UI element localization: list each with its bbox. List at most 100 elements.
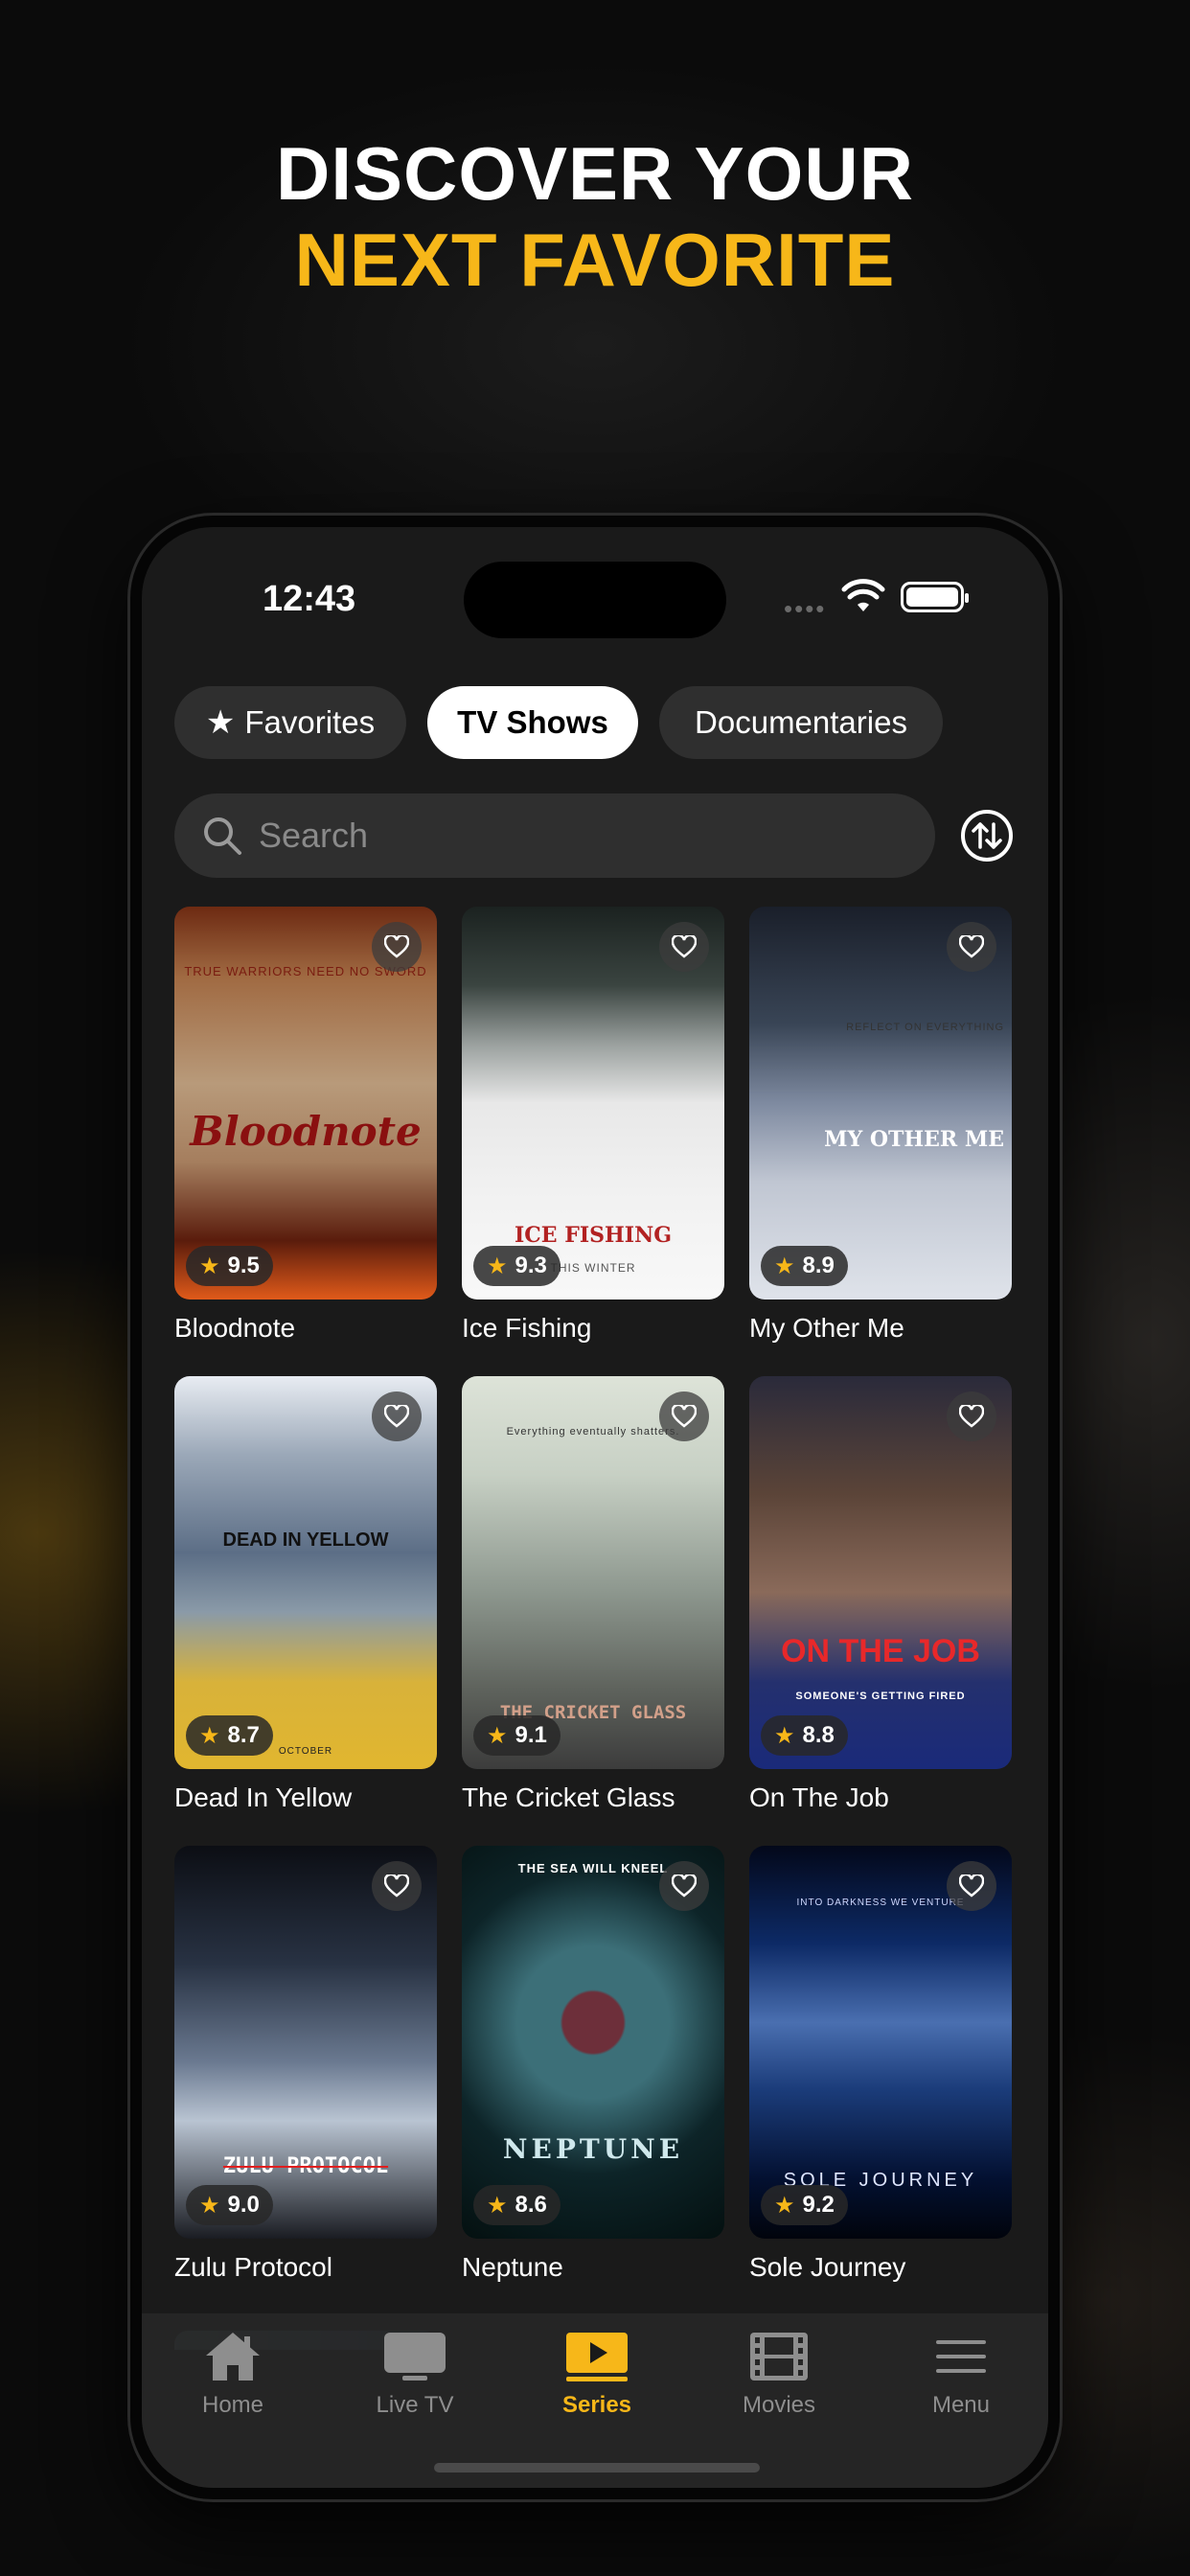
favorite-heart-icon[interactable]: [372, 1861, 422, 1911]
poster-tagline: SOMEONE'S GETTING FIRED: [795, 1690, 966, 1702]
rating-value: 9.0: [227, 2192, 260, 2218]
headline-line-1: DISCOVER YOUR: [275, 131, 915, 216]
search-bar[interactable]: [174, 794, 935, 878]
category-tabs: ★ Favorites TV Shows Documentaries: [174, 686, 1029, 759]
poster-image: ICE FISHING THIS WINTER ★ 9.3: [462, 907, 724, 1300]
tab-label: TV Shows: [457, 704, 608, 740]
poster-title: ZULU PROTOCOL: [222, 2154, 389, 2178]
headline-line-2: NEXT FAVORITE: [294, 218, 896, 302]
show-title: The Cricket Glass: [462, 1782, 675, 1812]
search-input[interactable]: [259, 816, 834, 856]
favorite-heart-icon[interactable]: [947, 922, 996, 972]
poster-image: DEAD IN YELLOW OCTOBER ★ 8.7: [174, 1376, 437, 1769]
favorite-heart-icon[interactable]: [947, 1392, 996, 1441]
rating-value: 8.9: [802, 1253, 835, 1278]
poster-title: ON THE JOB: [781, 1633, 980, 1669]
menu-icon: [936, 2340, 986, 2373]
tab-tv-shows[interactable]: TV Shows: [427, 686, 638, 759]
rating-value: 9.3: [515, 1253, 547, 1278]
home-icon: [206, 2333, 260, 2380]
rating-value: 9.2: [802, 2192, 835, 2218]
rating-badge: ★ 9.5: [186, 1246, 273, 1286]
rating-badge: ★ 9.2: [761, 2185, 848, 2225]
poster-image: TRUE WARRIORS NEED NO SWORD Bloodnote ★ 9…: [174, 907, 437, 1300]
wifi-icon: [841, 579, 885, 611]
nav-live-tv[interactable]: Live TV: [324, 2327, 506, 2419]
show-title: On The Job: [749, 1782, 889, 1812]
poster-image: ZULU PROTOCOL ★ 9.0: [174, 1846, 437, 2239]
show-card-the-cricket-glass[interactable]: Everything eventually shatters. THE CRIC…: [462, 1376, 724, 1813]
favorite-heart-icon[interactable]: [947, 1861, 996, 1911]
film-icon: [750, 2333, 808, 2380]
rating-badge: ★ 8.8: [761, 1715, 848, 1756]
poster-title: NEPTUNE: [502, 2133, 684, 2165]
show-card-ice-fishing[interactable]: ICE FISHING THIS WINTER ★ 9.3 Ice Fishing: [462, 907, 724, 1344]
tab-label: Favorites: [244, 704, 376, 740]
signal-icon: ••••: [784, 594, 827, 623]
nav-home[interactable]: Home: [142, 2327, 324, 2419]
poster-image: Everything eventually shatters. THE CRIC…: [462, 1376, 724, 1769]
favorite-heart-icon[interactable]: [659, 922, 709, 972]
poster-image: THE SEA WILL KNEEL NEPTUNE ★ 8.6: [462, 1846, 724, 2239]
show-card-dead-in-yellow[interactable]: DEAD IN YELLOW OCTOBER ★ 8.7 Dead In Yell…: [174, 1376, 437, 1813]
show-title: Neptune: [462, 2252, 563, 2282]
favorite-heart-icon[interactable]: [659, 1392, 709, 1441]
dynamic-island: [464, 562, 726, 638]
star-icon: ★: [487, 1253, 508, 1279]
nav-label: Series: [561, 2392, 632, 2418]
poster-title: DEAD IN YELLOW: [222, 1530, 389, 1551]
rating-value: 8.8: [802, 1722, 835, 1748]
show-card-sole-journey[interactable]: INTO DARKNESS WE VENTURE SOLE JOURNEY ★ 9…: [749, 1846, 1012, 2283]
star-icon: ★: [199, 1253, 220, 1279]
star-icon: ★: [774, 1253, 795, 1279]
rating-badge: ★ 9.0: [186, 2185, 273, 2225]
rating-badge: ★ 8.9: [761, 1246, 848, 1286]
nav-menu[interactable]: Menu: [870, 2327, 1048, 2419]
status-time: 12:43: [263, 579, 356, 619]
poster-tagline: REFLECT ON EVERYTHING: [846, 1022, 1004, 1033]
nav-series[interactable]: Series: [506, 2327, 688, 2419]
headline: DISCOVER YOUR NEXT FAVORITE: [0, 130, 1190, 303]
star-icon: ★: [199, 1722, 220, 1749]
rating-value: 9.1: [515, 1722, 547, 1748]
nav-label: Live TV: [376, 2392, 454, 2418]
nav-label: Home: [201, 2392, 264, 2418]
show-title: My Other Me: [749, 1313, 904, 1343]
show-card-my-other-me[interactable]: REFLECT ON EVERYTHING MY OTHER ME ★ 8.9 M…: [749, 907, 1012, 1344]
poster-image: ON THE JOB SOMEONE'S GETTING FIRED ★ 8.8: [749, 1376, 1012, 1769]
nav-label: Menu: [931, 2392, 991, 2418]
battery-icon: [901, 582, 969, 612]
favorite-heart-icon[interactable]: [372, 922, 422, 972]
show-card-on-the-job[interactable]: ON THE JOB SOMEONE'S GETTING FIRED ★ 8.8 …: [749, 1376, 1012, 1813]
status-bar: 12:43 ••••: [142, 527, 1048, 671]
tab-label: Documentaries: [695, 704, 907, 740]
favorite-heart-icon[interactable]: [372, 1392, 422, 1441]
show-title: Ice Fishing: [462, 1313, 592, 1343]
show-title: Dead In Yellow: [174, 1782, 353, 1812]
poster-image: REFLECT ON EVERYTHING MY OTHER ME ★ 8.9: [749, 907, 1012, 1300]
poster-title: ICE FISHING: [514, 1223, 672, 1248]
show-title: Zulu Protocol: [174, 2252, 332, 2282]
tab-documentaries[interactable]: Documentaries: [659, 686, 943, 759]
star-icon: ★: [774, 2192, 795, 2219]
play-icon: [566, 2333, 628, 2381]
search-icon: [204, 817, 241, 855]
home-indicator: [434, 2463, 760, 2472]
rating-value: 8.7: [227, 1722, 260, 1748]
star-icon: ★: [487, 2192, 508, 2219]
show-card-neptune[interactable]: THE SEA WILL KNEEL NEPTUNE ★ 8.6 Neptune: [462, 1846, 724, 2283]
favorite-heart-icon[interactable]: [659, 1861, 709, 1911]
nav-movies[interactable]: Movies: [688, 2327, 870, 2419]
nav-label: Movies: [742, 2392, 816, 2418]
star-icon: ★: [487, 1722, 508, 1749]
star-icon: ★: [774, 1722, 795, 1749]
rating-badge: ★ 8.7: [186, 1715, 273, 1756]
sort-icon[interactable]: [960, 809, 1014, 862]
poster-image: INTO DARKNESS WE VENTURE SOLE JOURNEY ★ 9…: [749, 1846, 1012, 2239]
poster-title: MY OTHER ME: [824, 1127, 1004, 1152]
show-card-bloodnote[interactable]: TRUE WARRIORS NEED NO SWORD Bloodnote ★ 9…: [174, 907, 437, 1344]
rating-badge: ★ 9.3: [473, 1246, 561, 1286]
tab-favorites[interactable]: ★ Favorites: [174, 686, 406, 759]
rating-badge: ★ 9.1: [473, 1715, 561, 1756]
show-card-zulu-protocol[interactable]: ZULU PROTOCOL ★ 9.0 Zulu Protocol: [174, 1846, 437, 2283]
